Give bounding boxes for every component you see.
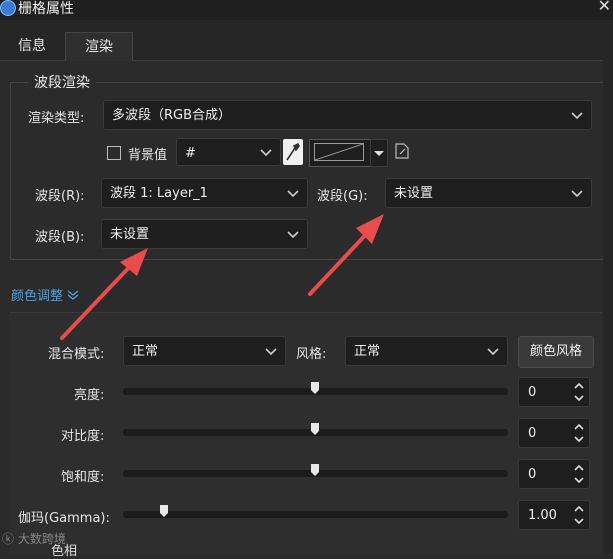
background-value: # xyxy=(185,146,196,161)
band-g-select[interactable]: 未设置 xyxy=(385,178,592,208)
spin-arrows-icon[interactable] xyxy=(573,422,585,444)
chevron-down-icon xyxy=(571,179,583,198)
render-type-select[interactable]: 多波段（RGB合成） xyxy=(103,100,592,130)
brightness-value: 0 xyxy=(528,385,537,400)
style-select[interactable]: 正常 xyxy=(345,336,508,366)
blend-mode-select[interactable]: 正常 xyxy=(123,336,286,366)
brightness-slider-thumb[interactable] xyxy=(311,382,319,394)
color-adjust-label: 颜色调整 xyxy=(11,289,64,304)
gamma-slider[interactable] xyxy=(123,511,508,518)
style-value: 正常 xyxy=(354,344,381,359)
band-g-label: 波段(G): xyxy=(317,189,368,204)
background-checkbox[interactable] xyxy=(107,146,121,160)
document-edit-icon[interactable] xyxy=(395,143,409,159)
title-bar xyxy=(0,0,613,20)
render-type-value: 多波段（RGB合成） xyxy=(112,108,232,123)
chevron-down-icon xyxy=(265,337,277,356)
watermark-text: 大数跨境 xyxy=(17,532,66,546)
band-r-value: 波段 1: Layer_1 xyxy=(110,186,208,201)
band-b-select[interactable]: 未设置 xyxy=(101,219,308,249)
double-chevron-down-icon xyxy=(67,289,79,304)
tab-render[interactable]: 渲染 xyxy=(65,32,133,61)
brightness-label: 亮度: xyxy=(74,388,105,403)
band-r-label: 波段(R): xyxy=(35,189,85,204)
spin-arrows-icon[interactable] xyxy=(573,381,585,403)
chevron-down-icon xyxy=(571,101,583,120)
band-b-label: 波段(B): xyxy=(35,230,85,245)
no-color-swatch xyxy=(314,143,364,161)
band-render-group-title: 波段渲染 xyxy=(28,72,96,92)
saturation-slider-thumb[interactable] xyxy=(311,464,319,476)
contrast-slider-thumb[interactable] xyxy=(311,423,319,435)
chevron-down-icon xyxy=(487,337,499,356)
color-dropdown-button[interactable] xyxy=(370,139,388,167)
brightness-spinbox[interactable]: 0 xyxy=(518,377,590,407)
gamma-spinbox[interactable]: 1.00 xyxy=(518,500,590,530)
color-adjust-toggle[interactable]: 颜色调整 xyxy=(11,285,79,304)
contrast-value: 0 xyxy=(528,426,537,441)
style-label: 风格: xyxy=(296,347,327,362)
saturation-spinbox[interactable]: 0 xyxy=(518,459,590,489)
contrast-label: 对比度: xyxy=(61,429,105,444)
gamma-slider-thumb[interactable] xyxy=(160,505,168,517)
app-icon xyxy=(0,0,16,16)
contrast-spinbox[interactable]: 0 xyxy=(518,418,590,448)
spin-arrows-icon[interactable] xyxy=(573,463,585,485)
window-title: 栅格属性 xyxy=(18,1,74,17)
watermark: ⓚ 大数跨境 xyxy=(2,530,66,547)
chevron-down-icon xyxy=(287,179,299,198)
spin-arrows-icon[interactable] xyxy=(573,504,585,526)
tab-info[interactable]: 信息 xyxy=(0,32,64,60)
blend-mode-label: 混合模式: xyxy=(48,347,105,362)
chevron-down-icon xyxy=(287,220,299,239)
background-label: 背景值 xyxy=(128,148,168,163)
watermark-logo-icon: ⓚ xyxy=(2,532,15,546)
saturation-value: 0 xyxy=(528,467,537,482)
gamma-label: 伽玛(Gamma): xyxy=(18,511,110,526)
band-r-select[interactable]: 波段 1: Layer_1 xyxy=(101,178,308,208)
render-type-label: 渲染类型: xyxy=(28,111,85,126)
blend-mode-value: 正常 xyxy=(132,344,159,359)
color-style-button[interactable]: 颜色风格 xyxy=(518,336,594,368)
gamma-value: 1.00 xyxy=(528,508,557,523)
background-value-select[interactable]: # xyxy=(176,138,281,166)
band-g-value: 未设置 xyxy=(394,186,434,201)
chevron-down-icon xyxy=(260,139,272,157)
band-b-value: 未设置 xyxy=(110,227,150,242)
close-icon[interactable]: ✕ xyxy=(598,0,611,15)
eyedropper-icon[interactable] xyxy=(283,139,303,165)
saturation-label: 饱和度: xyxy=(61,470,105,485)
vertical-scrollbar[interactable] xyxy=(603,60,613,553)
